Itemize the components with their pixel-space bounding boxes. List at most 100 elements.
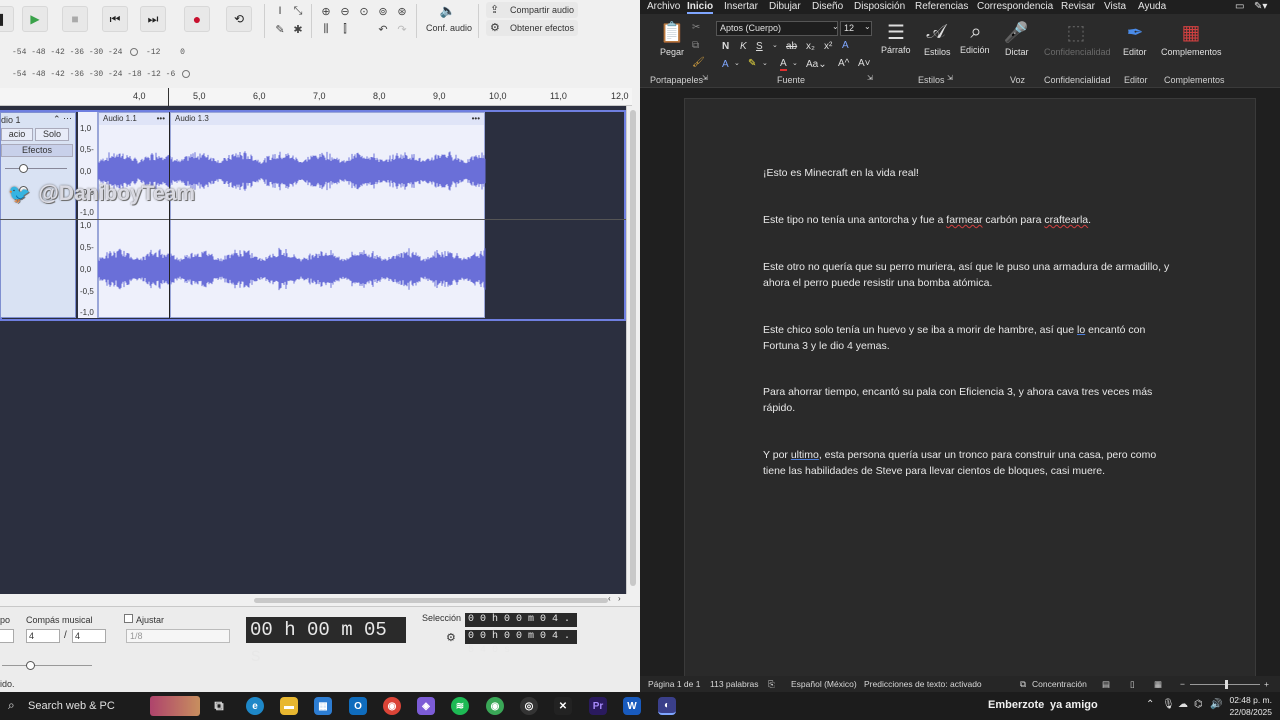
speed-slider-knob[interactable]	[26, 661, 35, 670]
menu-ayuda[interactable]: Ayuda	[1138, 1, 1166, 12]
cut-icon[interactable]: ✂	[692, 22, 700, 33]
editing-button[interactable]: Edición	[960, 45, 990, 55]
document-page[interactable]: ¡Esto es Minecraft en la vida real! Este…	[684, 98, 1256, 678]
time-signature-denominator[interactable]: 4	[72, 629, 106, 643]
time-signature-numerator[interactable]: 4	[26, 629, 60, 643]
draw-tool-icon[interactable]: ✎	[272, 21, 288, 37]
editor-icon[interactable]: ✒	[1123, 20, 1147, 44]
italic-button[interactable]: K	[740, 41, 747, 52]
track-name[interactable]: dio 1	[1, 115, 21, 125]
paragraph[interactable]: Este tipo no tenía una antorcha y fue a …	[763, 212, 1181, 228]
mute-button[interactable]: acio	[1, 128, 33, 141]
format-painter-icon[interactable]: 🖌	[692, 57, 705, 68]
selection-tool-icon[interactable]: I	[272, 3, 288, 19]
track-menu-icon[interactable]: ⋯	[63, 113, 72, 124]
bold-button[interactable]: N	[722, 41, 729, 52]
waveform[interactable]	[98, 124, 486, 318]
menu-vista[interactable]: Vista	[1104, 1, 1126, 12]
print-layout-icon[interactable]: ▯	[1130, 679, 1135, 690]
subscript-button[interactable]: x₂	[806, 41, 815, 52]
pause-button[interactable]: ❚	[0, 6, 14, 32]
underline-dropdown-icon[interactable]: ⌄	[772, 41, 778, 49]
horizontal-scrollbar[interactable]: ‹ ›	[0, 594, 626, 606]
snap-checkbox[interactable]	[124, 614, 133, 623]
trim-icon[interactable]: ⫼	[318, 21, 334, 37]
search-icon[interactable]: ⌕	[964, 20, 988, 44]
misspelled-word[interactable]: craftearla	[1044, 214, 1088, 226]
playhead-marker[interactable]	[168, 88, 169, 106]
meter-knob[interactable]	[130, 48, 139, 56]
edge-icon[interactable]: e	[246, 697, 264, 715]
font-name-select[interactable]: Aptos (Cuerpo)	[716, 21, 838, 36]
page-count[interactable]: Página 1 de 1	[648, 679, 700, 689]
microphone-icon[interactable]: 🎤	[1004, 20, 1029, 44]
word-icon[interactable]: W	[623, 697, 641, 715]
change-case-icon[interactable]: Aa⌄	[806, 59, 827, 70]
scroll-right-icon[interactable]: ›	[618, 594, 621, 603]
editor-button[interactable]: Editor	[1123, 47, 1147, 57]
obs-icon[interactable]: ◎	[520, 697, 538, 715]
addins-icon[interactable]: ▦	[1179, 20, 1203, 44]
taskbar-clock[interactable]: 02:48 p. m. 22/08/2025	[1229, 694, 1272, 718]
chrome-icon[interactable]: ◉	[383, 697, 401, 715]
text-predictions[interactable]: Predicciones de texto: activado	[864, 679, 982, 689]
effects-dropdown-icon[interactable]: ⌄	[734, 59, 740, 67]
audio-setup-button[interactable]: Conf. audio	[426, 23, 472, 33]
strikethrough-button[interactable]: ab	[786, 41, 797, 52]
proofing-icon[interactable]: ⎘	[768, 679, 775, 690]
size-dropdown-icon[interactable]: ⌄	[864, 22, 871, 31]
paragraph[interactable]: Para ahorrar tiempo, encantó su pala con…	[763, 384, 1181, 416]
font-color-icon[interactable]: A	[780, 58, 787, 71]
menu-referencias[interactable]: Referencias	[915, 1, 968, 12]
zoom-toggle-icon[interactable]: ⊛	[394, 3, 410, 19]
paste-icon[interactable]: 📋	[660, 20, 685, 44]
stop-button[interactable]: ■	[62, 6, 88, 32]
highlight-icon[interactable]: ✎	[748, 58, 756, 69]
effects-button[interactable]: Efectos	[1, 144, 73, 157]
zoom-out-icon[interactable]: −	[1180, 679, 1185, 689]
scroll-left-icon[interactable]: ‹	[608, 594, 611, 603]
scrollbar-thumb[interactable]	[254, 598, 608, 603]
styles-launcher-icon[interactable]: ⇲	[947, 74, 953, 82]
zoom-selection-icon[interactable]: ⊙	[356, 3, 372, 19]
confidentiality-icon[interactable]: ⬚	[1064, 20, 1088, 44]
shrink-font-icon[interactable]: A˅	[858, 58, 871, 69]
paragraph[interactable]: Este otro no quería que su perro muriera…	[763, 259, 1181, 291]
outlook-icon[interactable]: O	[349, 697, 367, 715]
menu-disposicion[interactable]: Disposición	[854, 1, 905, 12]
multi-tool-icon[interactable]: ✱	[290, 21, 306, 37]
onedrive-icon[interactable]: ☁	[1178, 699, 1188, 710]
solo-button[interactable]: Solo	[35, 128, 69, 141]
read-mode-icon[interactable]: ▤	[1102, 679, 1110, 690]
menu-correspondencia[interactable]: Correspondencia	[977, 1, 1053, 12]
playback-speed-slider[interactable]	[2, 665, 92, 666]
meter-knob[interactable]	[182, 70, 191, 78]
paragraph-icon[interactable]: ☰	[884, 20, 908, 44]
share-audio-button[interactable]: ⇪ Compartir audio	[486, 2, 578, 18]
now-playing-subtitle[interactable]: ya amigo	[1050, 699, 1098, 711]
selection-end-display[interactable]: 0 0 h 0 0 m 0 4 . 5 4 0 s	[465, 630, 577, 656]
undo-icon[interactable]: ↶	[375, 21, 391, 37]
gain-slider[interactable]	[5, 168, 67, 169]
text-effects-icon[interactable]: A	[842, 40, 849, 51]
collapse-icon[interactable]: ⌃	[53, 114, 61, 125]
play-button[interactable]: ▶	[22, 6, 48, 32]
zoom-out-icon[interactable]: ⊖	[337, 3, 353, 19]
spotify-icon[interactable]: ≋	[451, 697, 469, 715]
timeline-ruler[interactable]: 4,0 5,0 6,0 7,0 8,0 9,0 10,0 11,0 12,0	[0, 88, 632, 106]
scrollbar-thumb[interactable]	[630, 110, 636, 586]
skip-start-button[interactable]: ⏮	[102, 6, 128, 32]
zoom-in-icon[interactable]: ⊕	[318, 3, 334, 19]
now-playing-title[interactable]: Emberzote	[988, 699, 1044, 711]
menu-inicio[interactable]: Inicio	[687, 1, 714, 14]
focus-mode[interactable]: Concentración	[1032, 679, 1087, 689]
color-dropdown-icon[interactable]: ⌄	[792, 59, 798, 67]
zoom-fit-icon[interactable]: ⊚	[375, 3, 391, 19]
zoom-in-icon[interactable]: +	[1264, 679, 1269, 689]
tray-overflow-icon[interactable]: ⌃	[1146, 699, 1154, 710]
settings-gear-icon[interactable]: ⚙	[446, 631, 456, 644]
addins-button[interactable]: Complementos	[1161, 47, 1222, 57]
speaker-icon[interactable]: 🔈	[436, 3, 460, 19]
task-view-icon[interactable]: ⧉	[210, 697, 228, 715]
skip-end-button[interactable]: ⏭	[140, 6, 166, 32]
